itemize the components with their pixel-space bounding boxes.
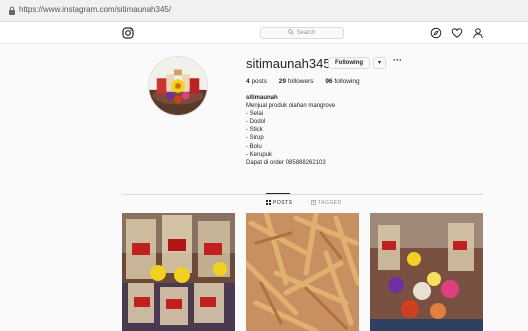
- following-stat[interactable]: 96 following: [325, 78, 359, 85]
- bio-line: Menjual produk olahan mangrove: [246, 103, 336, 110]
- suggestions-dropdown-button[interactable]: ▾: [373, 57, 386, 69]
- tabs-divider: [122, 194, 483, 195]
- bio-line: - Stick: [246, 127, 263, 134]
- browser-address-bar[interactable]: https://www.instagram.com/sitimaunah345/: [0, 0, 528, 22]
- profile-stats: 4 posts 29 followers 96 following: [246, 78, 370, 85]
- more-options-button[interactable]: ···: [393, 55, 402, 65]
- profile-avatar[interactable]: [148, 56, 208, 116]
- post-image-products: [122, 213, 235, 331]
- tab-tagged[interactable]: TAGGED: [311, 200, 342, 206]
- grid-icon: [266, 200, 271, 205]
- tab-posts[interactable]: POSTS: [266, 200, 292, 206]
- tab-tagged-label: TAGGED: [318, 200, 342, 206]
- user-icon[interactable]: [472, 27, 484, 39]
- tab-posts-label: POSTS: [273, 200, 293, 206]
- posts-label: posts: [251, 78, 267, 85]
- bio-line: - Dodol: [246, 119, 266, 126]
- active-tab-indicator: [266, 193, 290, 194]
- bio-line: Dapat di order 085888262103: [246, 159, 326, 166]
- bio-name: sitimaunah: [246, 95, 278, 101]
- profile-username: sitimaunah345: [246, 56, 331, 71]
- post-thumbnail[interactable]: [122, 213, 235, 331]
- followers-label: followers: [287, 78, 314, 85]
- address-url[interactable]: https://www.instagram.com/sitimaunah345/: [19, 5, 171, 14]
- bio-line: - Selai: [246, 111, 264, 118]
- bio-line: - Bolu: [246, 143, 262, 150]
- bio-line: - Sirup: [246, 135, 264, 142]
- instagram-logo-icon[interactable]: [122, 27, 134, 39]
- lock-icon: [9, 6, 15, 15]
- top-navigation: Search: [0, 22, 528, 44]
- tag-icon: [311, 200, 316, 205]
- search-icon: [288, 29, 295, 35]
- compass-icon[interactable]: [430, 27, 442, 39]
- posts-stat: 4 posts: [246, 78, 267, 85]
- followers-count: 29: [278, 78, 287, 85]
- following-button[interactable]: Following: [328, 57, 370, 69]
- avatar-image: [149, 57, 207, 115]
- search-input[interactable]: Search: [260, 27, 344, 39]
- post-thumbnail[interactable]: [370, 213, 483, 331]
- post-image-sticks: [246, 213, 359, 331]
- profile-bio: sitimaunah Menjual produk olahan mangrov…: [246, 94, 335, 167]
- heart-icon[interactable]: [451, 27, 463, 39]
- following-label: following: [334, 78, 360, 85]
- post-thumbnail[interactable]: [246, 213, 359, 331]
- following-count: 96: [325, 78, 333, 85]
- bio-line: - Kerupuk: [246, 151, 273, 158]
- followers-stat[interactable]: 29 followers: [279, 78, 314, 85]
- post-image-jars: [370, 213, 483, 331]
- search-placeholder: Search: [296, 30, 316, 36]
- posts-count: 4: [246, 78, 250, 85]
